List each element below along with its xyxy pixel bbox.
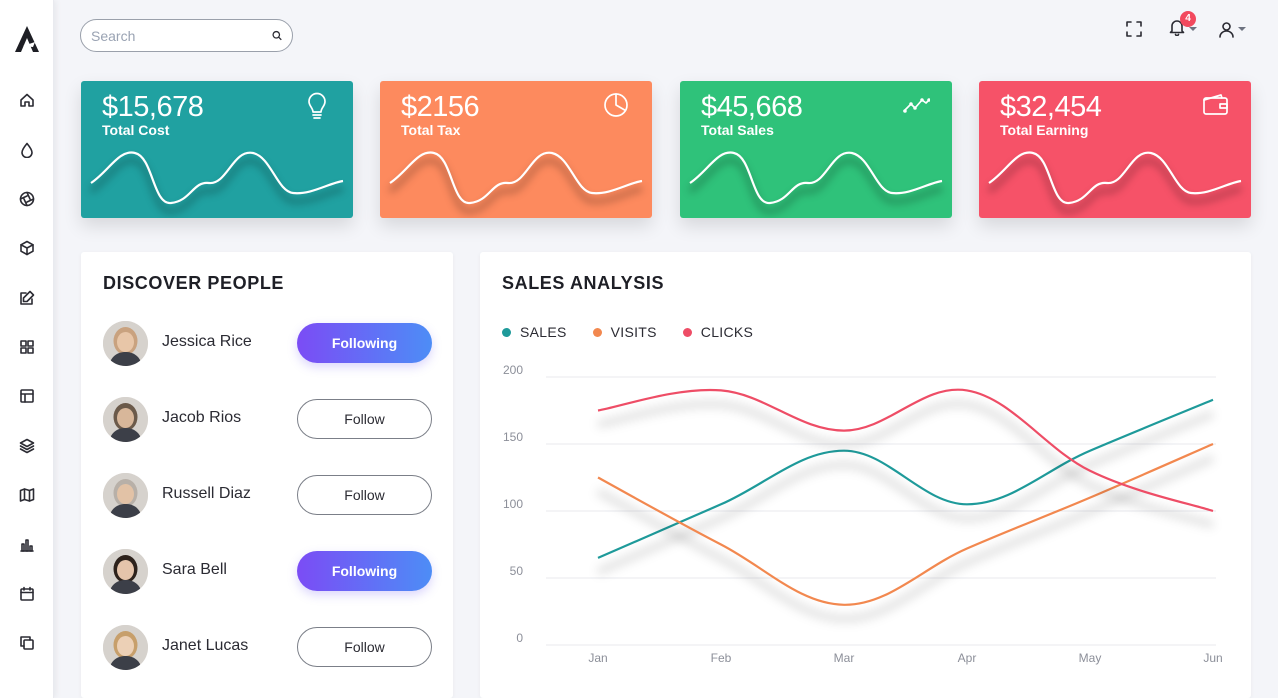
y-tick-label: 200: [503, 363, 523, 377]
sidebar-item-box[interactable]: [17, 238, 37, 258]
following-button[interactable]: Following: [297, 323, 432, 363]
sidebar-item-bar-chart[interactable]: [17, 535, 37, 555]
sidebar-item-edit[interactable]: [17, 288, 37, 308]
chevron-down-icon: [1238, 27, 1246, 31]
x-tick-label: Feb: [711, 651, 732, 665]
person-name: Janet Lucas: [162, 637, 249, 654]
stat-label: Total Cost: [102, 122, 170, 138]
stat-sparkline: [89, 151, 344, 214]
copy-icon: [20, 636, 34, 650]
bar-chart-icon: [20, 539, 34, 552]
stat-value: $2156: [401, 91, 480, 123]
avatar[interactable]: [103, 473, 148, 518]
fullscreen-icon: [1126, 21, 1142, 37]
avatar[interactable]: [103, 625, 148, 670]
sidebar-item-map[interactable]: [17, 485, 37, 505]
x-tick-label: Jun: [1203, 651, 1222, 665]
stat-card-total-cost[interactable]: $15,678 Total Cost: [81, 81, 353, 218]
sidebar-item-copy[interactable]: [17, 633, 37, 653]
stat-sparkline: [688, 151, 943, 214]
person-row: Jacob Rios Follow: [103, 394, 433, 444]
following-button[interactable]: Following: [297, 551, 432, 591]
y-tick-label: 0: [516, 631, 523, 645]
person-name: Sara Bell: [162, 561, 227, 578]
fullscreen-button[interactable]: [1126, 18, 1142, 40]
stat-card-total-tax[interactable]: $2156 Total Tax: [380, 81, 652, 218]
grid-icon: [20, 340, 34, 354]
chevron-down-icon: [1189, 27, 1197, 31]
sidebar-item-home[interactable]: [17, 90, 37, 110]
follow-button[interactable]: Follow: [297, 399, 432, 439]
app-logo[interactable]: [13, 24, 41, 54]
edit-icon: [20, 290, 35, 305]
search-input[interactable]: [91, 27, 272, 44]
user-icon: [1219, 21, 1234, 38]
sales-line-chart: 0 50 100 150 200 Jan Feb Mar Apr May Jun: [503, 363, 1223, 665]
bulb-icon: [303, 91, 331, 119]
x-tick-label: Jan: [588, 651, 607, 665]
search-icon[interactable]: [272, 29, 282, 42]
avatar[interactable]: [103, 397, 148, 442]
stat-value: $32,454: [1000, 91, 1102, 123]
discover-people-panel: DISCOVER PEOPLE Jessica Rice Following Jac…: [81, 252, 453, 698]
person-row: Russell Diaz Follow: [103, 470, 433, 520]
follow-button[interactable]: Follow: [297, 475, 432, 515]
aperture-icon: [19, 191, 35, 207]
y-tick-label: 150: [503, 430, 523, 444]
person-row: Sara Bell Following: [103, 546, 433, 596]
series-shadow: [596, 454, 1215, 623]
stat-value: $15,678: [102, 91, 204, 123]
sidebar-item-drop[interactable]: [17, 140, 37, 160]
stat-label: Total Earning: [1000, 122, 1089, 138]
sidebar-item-calendar[interactable]: [17, 584, 37, 604]
x-tick-label: Apr: [958, 651, 977, 665]
sidebar: [0, 0, 54, 698]
y-tick-label: 50: [510, 564, 524, 578]
notification-badge: 4: [1180, 10, 1196, 27]
wallet-icon: [1201, 91, 1229, 119]
stat-value: $45,668: [701, 91, 803, 123]
sales-analysis-panel: SALES ANALYSIS SALES VISITS CLICKS 0 50 100 1…: [480, 252, 1251, 698]
series-shadow: [597, 400, 1215, 529]
stat-card-total-earning[interactable]: $32,454 Total Earning: [979, 81, 1251, 218]
person-name: Russell Diaz: [162, 485, 251, 502]
stat-sparkline: [388, 151, 643, 214]
y-tick-label: 100: [503, 497, 523, 511]
follow-button[interactable]: Follow: [297, 627, 432, 667]
sidebar-item-layers[interactable]: [17, 436, 37, 456]
layout-icon: [20, 389, 34, 403]
box-icon: [20, 240, 34, 256]
notifications-button[interactable]: 4: [1168, 10, 1197, 40]
stat-label: Total Tax: [401, 122, 461, 138]
sidebar-item-grid[interactable]: [17, 337, 37, 357]
person-row: Janet Lucas Follow: [103, 622, 433, 672]
series-line-visits[interactable]: [597, 442, 1214, 606]
trending-up-icon: [902, 91, 931, 119]
avatar[interactable]: [103, 321, 148, 366]
avatar[interactable]: [103, 549, 148, 594]
stat-card-total-sales[interactable]: $45,668 Total Sales: [680, 81, 952, 218]
sidebar-item-layout[interactable]: [17, 386, 37, 406]
drop-icon: [21, 142, 33, 158]
x-tick-label: Mar: [834, 651, 855, 665]
search-box[interactable]: [80, 19, 293, 52]
user-menu-button[interactable]: [1218, 18, 1246, 40]
map-icon: [19, 488, 35, 502]
person-name: Jacob Rios: [162, 409, 242, 426]
x-tick-label: May: [1079, 651, 1102, 665]
sidebar-item-aperture[interactable]: [17, 189, 37, 209]
stat-sparkline: [987, 151, 1242, 214]
stat-label: Total Sales: [701, 122, 774, 138]
calendar-icon: [20, 586, 34, 601]
person-row: Jessica Rice Following: [103, 318, 433, 368]
discover-people-title: DISCOVER PEOPLE: [103, 273, 285, 293]
home-icon: [20, 93, 34, 107]
person-name: Jessica Rice: [162, 333, 252, 350]
pie-chart-icon: [602, 91, 630, 119]
layers-icon: [19, 438, 35, 454]
